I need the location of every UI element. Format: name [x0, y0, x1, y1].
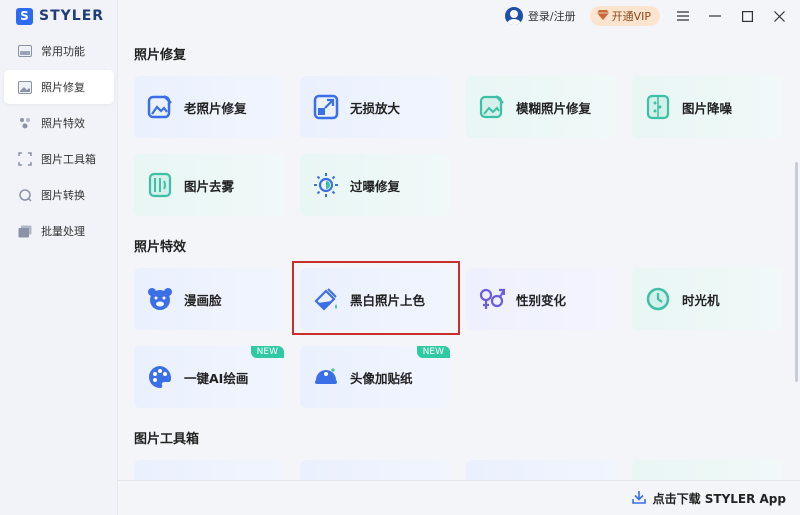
card-avatar-sticker[interactable]: 头像加贴纸 NEW: [300, 346, 450, 408]
card-overexposure-repair[interactable]: 过曝修复: [300, 154, 450, 216]
sidebar-item-label: 照片特效: [41, 117, 85, 130]
menu-icon[interactable]: [674, 7, 692, 25]
sidebar-nav: 常用功能 照片修复 照片特效 图片工具箱 图片转换 批量处理: [4, 34, 114, 250]
denoise-icon: [644, 93, 672, 121]
section-title-toolbox: 图片工具箱: [134, 432, 200, 447]
card-denoise[interactable]: 图片降噪: [632, 76, 782, 138]
card-label: 头像加贴纸: [350, 370, 413, 386]
old-photo-icon: [146, 93, 174, 121]
sidebar: S STYLER 常用功能 照片修复 照片特效 图片工具箱 图片转换 批量处理: [0, 0, 118, 515]
download-app-link[interactable]: 点击下载 STYLER App: [653, 490, 786, 507]
logo-mark: S: [16, 7, 33, 25]
maximize-icon[interactable]: [738, 7, 756, 25]
ai-painting-icon: [146, 363, 174, 391]
close-icon[interactable]: [770, 7, 788, 25]
sidebar-item-label: 批量处理: [41, 225, 85, 238]
new-badge: NEW: [250, 346, 284, 358]
diamond-icon: [596, 9, 609, 23]
card-label: 无损放大: [350, 100, 401, 116]
common-functions-icon: [18, 44, 32, 58]
sidebar-item-common[interactable]: 常用功能: [4, 34, 114, 68]
gender-swap-icon: [478, 285, 506, 313]
toolbox-icon: [18, 152, 32, 166]
convert-icon: [18, 188, 32, 202]
card-colorize-bw-photo[interactable]: 黑白照片上色: [300, 268, 450, 330]
login-label: 登录/注册: [527, 10, 576, 23]
card-toolbox-item[interactable]: [134, 460, 284, 480]
blur-fix-icon: [478, 93, 506, 121]
sidebar-item-label: 图片工具箱: [41, 153, 96, 166]
card-label: 老照片修复: [184, 100, 247, 116]
photo-repair-icon: [18, 80, 32, 94]
card-old-photo-repair[interactable]: 老照片修复: [134, 76, 284, 138]
overexposure-icon: [312, 171, 340, 199]
card-lossless-enlarge[interactable]: 无损放大: [300, 76, 450, 138]
card-toolbox-item[interactable]: [466, 460, 616, 480]
dehaze-icon: [146, 171, 174, 199]
card-label: 图片降噪: [682, 100, 733, 116]
sticker-icon: [312, 363, 340, 391]
app-logo: S STYLER: [16, 6, 104, 26]
card-label: 漫画脸: [184, 292, 222, 308]
app-name: STYLER: [39, 8, 105, 24]
card-ai-painting[interactable]: 一键AI绘画 NEW: [134, 346, 284, 408]
sidebar-item-convert[interactable]: 图片转换: [4, 178, 114, 212]
time-machine-icon: [644, 285, 672, 313]
sidebar-item-toolbox[interactable]: 图片工具箱: [4, 142, 114, 176]
card-label: 过曝修复: [350, 178, 401, 194]
bottom-bar: 点击下载 STYLER App: [118, 480, 800, 515]
sidebar-item-photo-repair[interactable]: 照片修复: [4, 70, 114, 104]
main-content: 照片修复 老照片修复 无损放大 模糊照片修复 图片降噪 图片去雾 过曝修复 照片…: [118, 32, 800, 480]
card-label: 模糊照片修复: [516, 100, 592, 116]
card-gender-swap[interactable]: 性别变化: [466, 268, 616, 330]
section-title-effects: 照片特效: [134, 240, 187, 255]
vip-label: 开通VIP: [611, 10, 651, 23]
card-toolbox-item[interactable]: [632, 460, 782, 480]
card-cartoon-face[interactable]: 漫画脸: [134, 268, 284, 330]
sidebar-item-batch[interactable]: 批量处理: [4, 214, 114, 248]
card-blur-repair[interactable]: 模糊照片修复: [466, 76, 616, 138]
card-label: 图片去雾: [184, 178, 235, 194]
login-button[interactable]: 登录/注册: [504, 7, 576, 25]
scrollbar[interactable]: [795, 162, 798, 382]
photo-effects-icon: [18, 116, 32, 130]
enlarge-icon: [312, 93, 340, 121]
card-label: 性别变化: [516, 292, 567, 308]
card-time-machine[interactable]: 时光机: [632, 268, 782, 330]
section-title-repair: 照片修复: [134, 48, 187, 63]
sidebar-item-label: 图片转换: [41, 189, 85, 202]
download-icon: [631, 489, 646, 508]
minimize-icon[interactable]: [706, 7, 724, 25]
new-badge: NEW: [416, 346, 450, 358]
avatar-icon: [504, 7, 523, 25]
card-dehaze[interactable]: 图片去雾: [134, 154, 284, 216]
batch-icon: [18, 224, 32, 238]
sidebar-item-label: 照片修复: [41, 81, 85, 94]
sidebar-item-photo-effects[interactable]: 照片特效: [4, 106, 114, 140]
colorize-icon: [312, 285, 340, 313]
title-bar: 登录/注册 开通VIP: [118, 0, 800, 32]
card-label: 一键AI绘画: [184, 370, 249, 386]
card-label: 时光机: [682, 292, 720, 308]
card-label: 黑白照片上色: [350, 292, 426, 308]
card-toolbox-item[interactable]: [300, 460, 450, 480]
cartoon-face-icon: [146, 285, 174, 313]
vip-button[interactable]: 开通VIP: [589, 6, 660, 26]
sidebar-item-label: 常用功能: [41, 45, 85, 58]
